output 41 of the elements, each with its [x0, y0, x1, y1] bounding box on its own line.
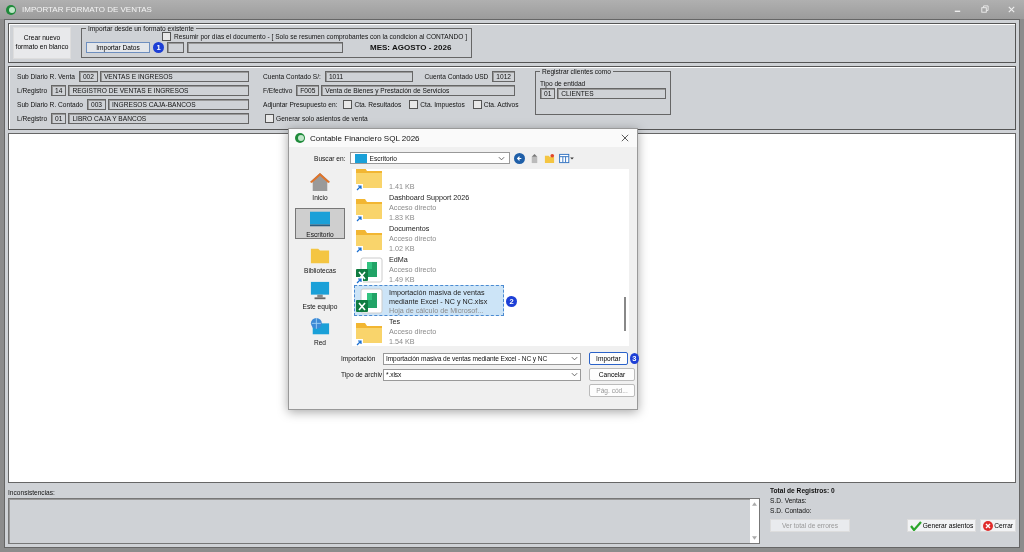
monitor-icon: [309, 281, 331, 302]
scroll-up-icon[interactable]: [752, 502, 757, 506]
inconsistencies-textarea[interactable]: [8, 498, 760, 544]
app-logo-icon: [6, 4, 16, 15]
chevron-down-icon[interactable]: [571, 356, 578, 361]
input-field[interactable]: [187, 41, 343, 53]
home-icon: [309, 172, 331, 193]
new-folder-icon[interactable]: [543, 152, 555, 164]
shortcut-arrow-icon: [355, 277, 363, 285]
app-logo-icon: [295, 133, 305, 143]
shortcut-arrow-icon: [355, 215, 363, 223]
scroll-down-icon[interactable]: [752, 536, 757, 540]
folder-icon: [355, 320, 383, 344]
back-icon[interactable]: [513, 152, 525, 164]
scrollbar-thumb[interactable]: [624, 297, 626, 331]
close-icon: [983, 520, 994, 531]
checkbox[interactable]: [162, 31, 171, 41]
view-menu-icon[interactable]: [558, 152, 574, 164]
month-label: MES: AGOSTO - 2026: [370, 42, 452, 52]
dialog-title: Contable Financiero SQL 2026: [310, 133, 420, 143]
restore-icon[interactable]: [980, 5, 989, 14]
folder-icon: [355, 196, 383, 220]
checkbox[interactable]: [472, 100, 482, 109]
window-title: IMPORTAR FORMATO DE VENTAS: [22, 5, 152, 14]
shortcut-arrow-icon: [355, 246, 363, 254]
folder-icon: [355, 227, 383, 251]
scrollbar[interactable]: [750, 499, 759, 543]
input-field[interactable]: [167, 41, 184, 53]
desktop-icon: [354, 153, 367, 163]
checkbox[interactable]: [265, 114, 274, 123]
folder-icon: [355, 169, 383, 189]
close-icon[interactable]: [621, 134, 629, 142]
chevron-down-icon[interactable]: [571, 372, 578, 377]
spreadsheet-icon: [355, 288, 383, 314]
checkbox[interactable]: [409, 100, 419, 109]
network-icon: [309, 316, 331, 337]
shortcut-arrow-icon: [355, 184, 363, 192]
check-icon: [909, 520, 922, 531]
checkbox[interactable]: [343, 100, 353, 109]
chevron-down-icon[interactable]: [497, 155, 505, 161]
spreadsheet-icon: [355, 257, 383, 283]
